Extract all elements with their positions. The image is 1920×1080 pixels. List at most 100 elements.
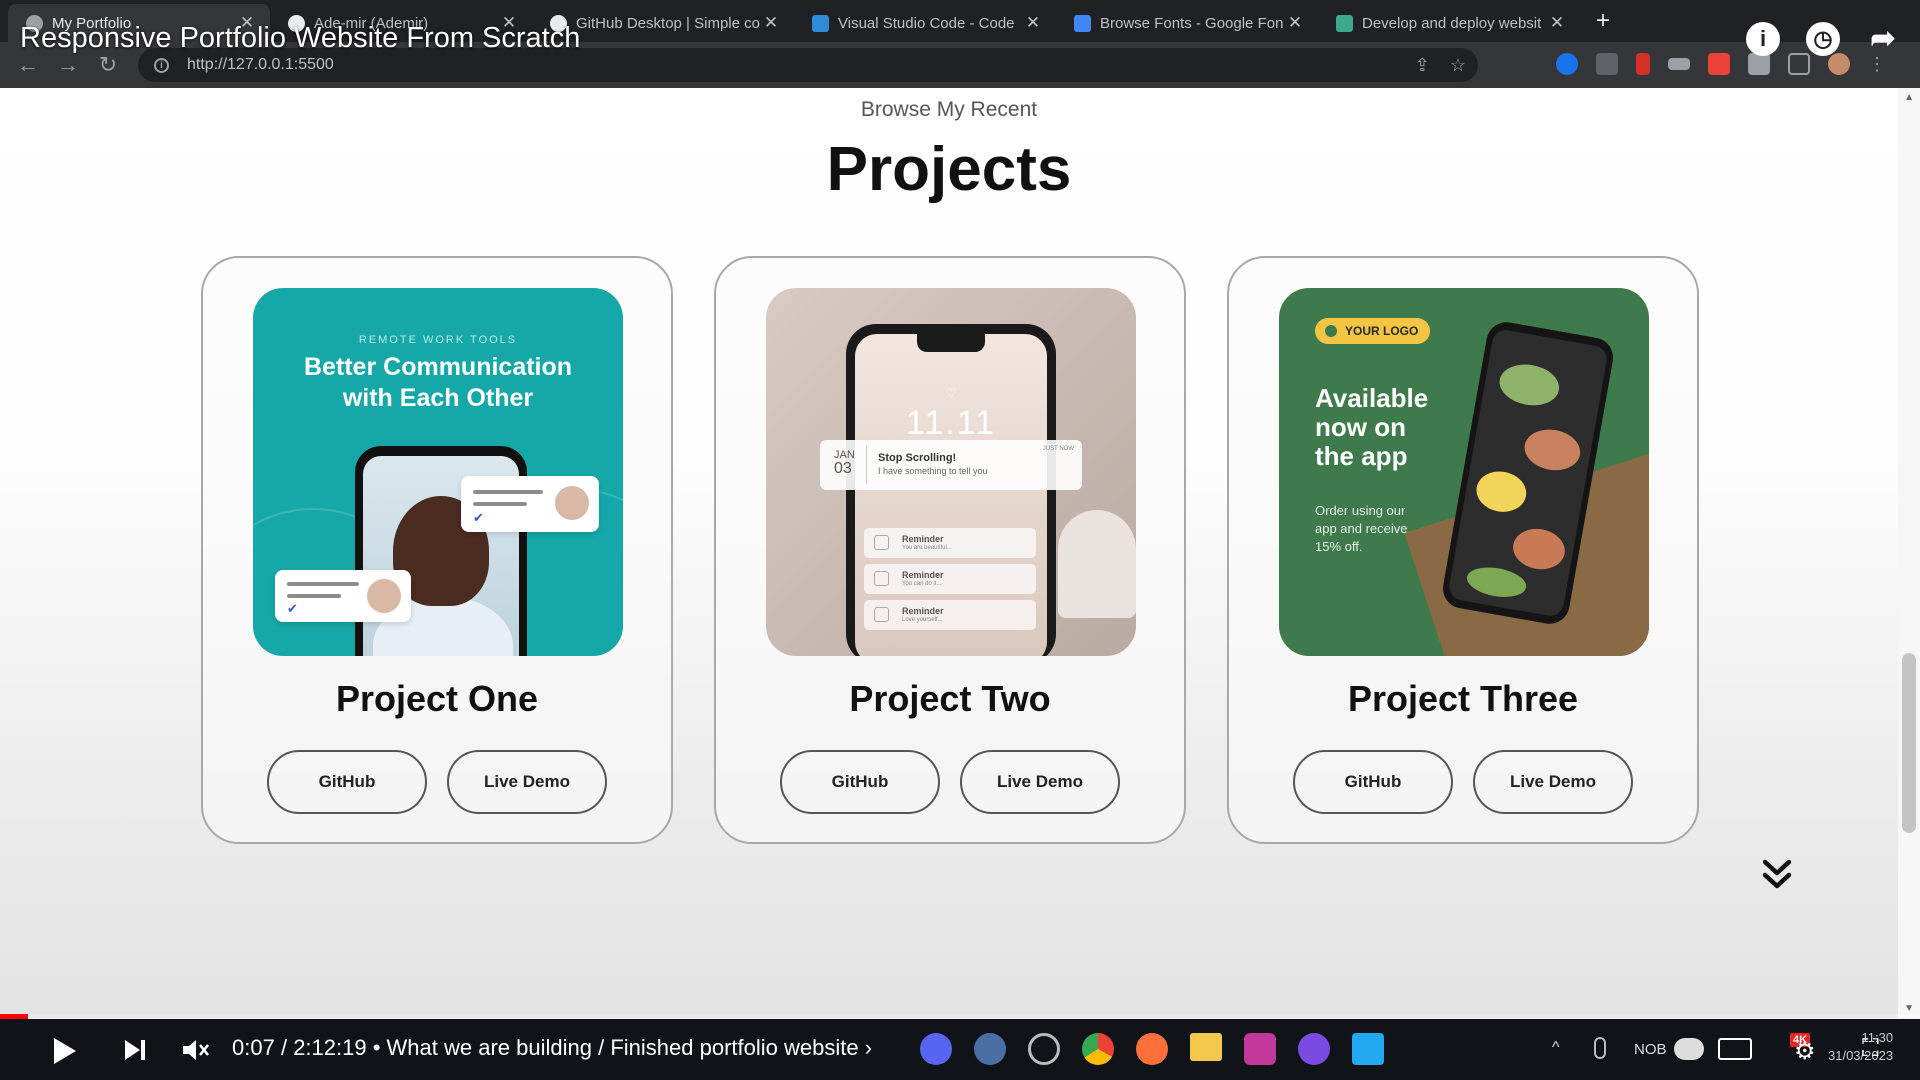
next-icon[interactable] <box>122 1037 148 1063</box>
extension-icon[interactable] <box>1596 53 1618 75</box>
project-image: ♡ 11.11 JAN 03 Stop Scrolling! I have so… <box>766 288 1136 656</box>
close-icon[interactable]: ✕ <box>1024 13 1042 33</box>
new-tab-button[interactable]: + <box>1596 7 1610 35</box>
notif-text: I have something to tell you <box>878 466 988 476</box>
scrollbar-thumb[interactable] <box>1902 653 1916 833</box>
taskbar-clock: 11:30 31/03/2023 <box>1828 1029 1893 1065</box>
taskbar-apps <box>920 1033 1384 1065</box>
tab-netlify[interactable]: Develop and deploy websit ✕ <box>1318 4 1580 42</box>
vscode-icon <box>812 15 829 32</box>
bottom-bar: 0:07 / 2:12:19 • What we are building / … <box>0 1019 1920 1080</box>
reminder-item: Reminder You are beautiful... <box>864 528 1036 558</box>
time-separator: / <box>280 1035 294 1060</box>
scroll-up-icon[interactable]: ▲ <box>1904 92 1914 103</box>
github-button[interactable]: GitHub <box>1293 750 1453 814</box>
reminder-text: Love yourself... <box>902 617 943 623</box>
app-icon[interactable] <box>974 1033 1006 1065</box>
menu-icon[interactable]: ⋮ <box>1868 54 1886 75</box>
section-subtitle: Browse My Recent <box>860 98 1038 121</box>
reminder-text: You are beautiful... <box>902 545 952 551</box>
time-display: 0:07 / 2:12:19 • What we are building / … <box>232 1035 872 1061</box>
image-heading: Available now on the app <box>1315 384 1428 471</box>
extension-icon[interactable] <box>1556 53 1578 75</box>
share-icon[interactable]: ⇪ <box>1415 55 1430 76</box>
app-icon[interactable] <box>1244 1033 1276 1065</box>
reminder-title: Reminder <box>902 570 944 580</box>
project-title: Project Three <box>1347 678 1579 719</box>
fullscreen-exit-icon[interactable]: ⛶ <box>1862 1035 1879 1063</box>
firefox-icon[interactable] <box>1136 1033 1168 1065</box>
avatar[interactable] <box>1828 53 1850 75</box>
close-icon[interactable]: ✕ <box>762 13 780 33</box>
discord-icon[interactable] <box>920 1033 952 1065</box>
keyboard-icon[interactable] <box>1668 58 1690 70</box>
logo-badge: YOUR LOGO <box>1315 318 1431 344</box>
heart-icon: ♡ <box>945 386 957 400</box>
subtitles-icon[interactable] <box>1718 1038 1752 1060</box>
info-icon[interactable]: i <box>1746 22 1780 56</box>
extensions-bar: ⋮ <box>1556 53 1886 75</box>
tab-google-fonts[interactable]: Browse Fonts - Google Fon ✕ <box>1056 4 1318 42</box>
autoplay-toggle[interactable] <box>1674 1038 1704 1060</box>
muted-volume-icon[interactable] <box>180 1036 210 1064</box>
image-heading-line: the app <box>1315 441 1408 471</box>
image-heading-line: Available <box>1315 383 1429 413</box>
project-title: Project One <box>335 678 539 719</box>
phone-clock: 11.11 <box>905 404 997 442</box>
notif-time: JUST NOW <box>1042 446 1074 452</box>
section-title: Projects <box>826 135 1072 204</box>
github-button[interactable]: GitHub <box>267 750 427 814</box>
share-icon[interactable]: ➦ <box>1866 22 1900 56</box>
reminder-item: Reminder Love yourself... <box>864 600 1036 630</box>
chat-bubble: ✔ <box>275 570 411 622</box>
puzzle-icon[interactable] <box>1748 53 1770 75</box>
mic-icon[interactable] <box>1594 1037 1606 1059</box>
project-image: REMOTE WORK TOOLS Better Communication w… <box>253 288 623 656</box>
netlify-icon <box>1336 15 1353 32</box>
notification-card: JAN 03 Stop Scrolling! I have something … <box>820 440 1082 490</box>
watch-later-icon[interactable]: ◷ <box>1806 22 1840 56</box>
page-scrollbar[interactable]: ▲ ▼ <box>1898 88 1920 1018</box>
language-indicator[interactable]: NOB <box>1634 1041 1667 1058</box>
chevron-right-icon[interactable]: › <box>865 1035 872 1060</box>
back-icon[interactable]: ← <box>8 52 48 78</box>
reminder-title: Reminder <box>902 534 944 544</box>
close-icon[interactable]: ✕ <box>1548 13 1566 33</box>
clock-date: 31/03/2023 <box>1828 1048 1894 1063</box>
video-top-controls: i ◷ ➦ <box>1746 22 1900 56</box>
project-card: ♡ 11.11 JAN 03 Stop Scrolling! I have so… <box>714 256 1186 844</box>
chapter-title[interactable]: What we are building / Finished portfoli… <box>387 1035 859 1060</box>
github-button[interactable]: GitHub <box>780 750 940 814</box>
forward-icon[interactable]: → <box>48 52 88 78</box>
settings-icon[interactable]: ⚙ <box>1794 1037 1816 1066</box>
live-demo-button[interactable]: Live Demo <box>960 750 1120 814</box>
info-icon[interactable]: i <box>154 57 169 73</box>
close-icon[interactable]: ✕ <box>1286 13 1304 33</box>
megaphone-icon[interactable] <box>1708 53 1730 75</box>
chrome-icon[interactable] <box>1082 1033 1114 1065</box>
vscode-icon[interactable] <box>1352 1033 1384 1065</box>
reload-icon[interactable]: ↻ <box>88 52 128 78</box>
extension-icon[interactable] <box>1636 53 1650 75</box>
live-demo-button[interactable]: Live Demo <box>447 750 607 814</box>
image-heading-line: with Each Other <box>342 384 534 412</box>
tab-label: Browse Fonts - Google Fon <box>1100 14 1284 32</box>
side-panel-icon[interactable] <box>1788 53 1810 75</box>
reminder-title: Reminder <box>902 606 944 616</box>
star-icon[interactable]: ☆ <box>1450 55 1466 76</box>
image-heading-line: Better Communication <box>303 353 573 381</box>
obs-icon[interactable] <box>1028 1033 1060 1065</box>
file-explorer-icon[interactable] <box>1190 1033 1222 1061</box>
live-demo-button[interactable]: Live Demo <box>1473 750 1633 814</box>
play-icon[interactable] <box>50 1036 78 1066</box>
scroll-down-arrow[interactable] <box>1762 858 1792 897</box>
tray-chevron-icon[interactable]: ^ <box>1552 1039 1560 1057</box>
notif-day: 03 <box>834 460 852 477</box>
reminder-item: Reminder You can do it... <box>864 564 1036 594</box>
project-card: YOUR LOGO Available now on the app Order… <box>1227 256 1699 844</box>
notif-title: Stop Scrolling! <box>878 452 957 464</box>
scroll-down-icon[interactable]: ▼ <box>1904 1003 1914 1014</box>
tab-vscode[interactable]: Visual Studio Code - Code ✕ <box>794 4 1056 42</box>
github-desktop-icon[interactable] <box>1298 1033 1330 1065</box>
double-chevron-down-icon <box>1762 859 1792 889</box>
